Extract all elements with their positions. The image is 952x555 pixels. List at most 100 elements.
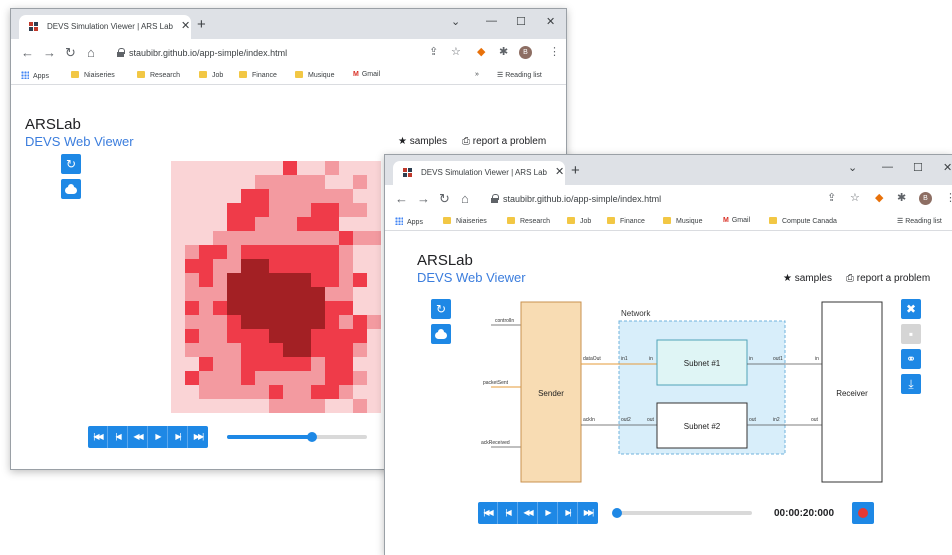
minimize-icon[interactable]: —	[486, 15, 497, 27]
bookmark-niaiseries[interactable]: Niaiseries	[443, 217, 487, 225]
bookmark-gmail[interactable]: M Gmail	[353, 71, 380, 78]
browser-tab[interactable]: DEVS Simulation Viewer | ARS Lab ✕	[19, 15, 191, 39]
address-bar[interactable]: staubibr.github.io/app-simple/index.html	[483, 189, 813, 209]
maximize-icon[interactable]: ☐	[913, 161, 923, 174]
extensions-puzzle-icon[interactable]: ✱	[897, 191, 906, 204]
chevron-down-icon[interactable]: ⌄	[848, 161, 857, 174]
download-button[interactable]: ⤓	[901, 374, 921, 394]
first-frame-button[interactable]: |◀◀	[478, 502, 498, 524]
more-bookmarks-icon[interactable]: »	[475, 71, 479, 78]
grid-cell	[283, 301, 297, 315]
rewind-button[interactable]: ◀◀	[128, 426, 148, 448]
step-forward-button[interactable]: ▶|	[558, 502, 578, 524]
grid-cell	[297, 245, 311, 259]
samples-link[interactable]: ★ samples	[783, 273, 832, 284]
back-arrow-icon[interactable]: ←	[395, 191, 408, 206]
bookmark-apps[interactable]: Apps	[21, 71, 49, 80]
samples-link[interactable]: ★ samples	[398, 136, 447, 147]
grid-cell	[255, 273, 269, 287]
upload-button[interactable]	[61, 179, 81, 199]
step-forward-button[interactable]: ▶|	[168, 426, 188, 448]
bookmark-musique[interactable]: Musique	[295, 71, 334, 79]
bookmark-finance[interactable]: Finance	[239, 71, 277, 79]
settings-tools-button[interactable]: ✖	[901, 299, 921, 319]
avatar[interactable]: B	[519, 46, 532, 59]
timeline-slider[interactable]	[227, 432, 367, 442]
report-problem-link[interactable]: ⎙ report a problem	[846, 273, 930, 284]
maximize-icon[interactable]: ☐	[516, 15, 526, 28]
record-button[interactable]	[852, 502, 874, 524]
menu-dots-icon[interactable]: ⋮	[945, 191, 952, 204]
bookmark-job[interactable]: Job	[567, 217, 591, 225]
timeline-slider[interactable]	[612, 508, 752, 518]
bookmark-job[interactable]: Job	[199, 71, 223, 79]
play-button[interactable]: ▶	[148, 426, 168, 448]
extensions-puzzle-icon[interactable]: ✱	[499, 45, 508, 58]
step-back-button[interactable]: |◀	[498, 502, 518, 524]
report-problem-link[interactable]: ⎙ report a problem	[462, 136, 546, 147]
forward-arrow-icon[interactable]: →	[417, 191, 430, 206]
bookmark-niaiseries[interactable]: Niaiseries	[71, 71, 115, 79]
bookmark-gmail[interactable]: M Gmail	[723, 217, 750, 224]
link-button[interactable]: ⚭	[901, 349, 921, 369]
reload-button[interactable]: ↻	[431, 299, 451, 319]
last-frame-button[interactable]: ▶▶|	[188, 426, 208, 448]
grid-cell	[311, 203, 325, 217]
window-close-icon[interactable]: ✕	[546, 15, 555, 28]
play-button[interactable]: ▶	[538, 502, 558, 524]
menu-dots-icon[interactable]: ⋮	[549, 45, 560, 58]
first-frame-button[interactable]: |◀◀	[88, 426, 108, 448]
upload-button[interactable]	[431, 324, 451, 344]
address-bar[interactable]: staubibr.github.io/app-simple/index.html	[109, 43, 429, 63]
bookmark-apps[interactable]: Apps	[395, 217, 423, 226]
home-icon[interactable]: ⌂	[461, 191, 469, 206]
reading-list[interactable]: ☰ Reading list	[897, 217, 942, 225]
bookmark-finance[interactable]: Finance	[607, 217, 645, 225]
avatar[interactable]: B	[919, 192, 932, 205]
browser-tab[interactable]: DEVS Simulation Viewer | ARS Lab ✕	[393, 161, 565, 185]
brand-title: ARSLab	[25, 116, 81, 133]
extension-fox-icon[interactable]: ◆	[477, 45, 485, 58]
window-close-icon[interactable]: ✕	[943, 161, 952, 174]
home-icon[interactable]: ⌂	[87, 45, 95, 60]
minimize-icon[interactable]: —	[882, 161, 893, 173]
grid-cell	[241, 189, 255, 203]
share-icon[interactable]: ⇪	[429, 45, 438, 58]
disabled-button[interactable]: ▪	[901, 324, 921, 344]
slider-thumb[interactable]	[612, 508, 622, 518]
grid-cell	[325, 231, 339, 245]
new-tab-icon[interactable]: +	[197, 16, 206, 33]
back-arrow-icon[interactable]: ←	[21, 45, 34, 60]
reload-icon[interactable]: ↻	[65, 45, 76, 61]
reading-list[interactable]: ☰ Reading list	[497, 71, 542, 79]
grid-cell	[199, 357, 213, 371]
slider-thumb[interactable]	[307, 432, 318, 442]
close-icon[interactable]: ✕	[181, 19, 190, 32]
bookmark-star-icon[interactable]: ☆	[850, 191, 860, 204]
grid-cell	[213, 371, 227, 385]
bookmark-star-icon[interactable]: ☆	[451, 45, 461, 58]
step-back-button[interactable]: |◀	[108, 426, 128, 448]
bookmark-research[interactable]: Research	[507, 217, 550, 225]
bookmark-musique[interactable]: Musique	[663, 217, 702, 225]
share-icon[interactable]: ⇪	[827, 191, 836, 204]
last-frame-button[interactable]: ▶▶|	[578, 502, 598, 524]
folder-icon	[137, 71, 145, 78]
grid-cell	[213, 217, 227, 231]
chevron-down-icon[interactable]: ⌄	[451, 15, 460, 28]
forward-arrow-icon[interactable]: →	[43, 45, 56, 60]
bookmark-compute-canada[interactable]: Compute Canada	[769, 217, 837, 225]
close-icon[interactable]: ✕	[555, 165, 564, 178]
grid-cell	[297, 175, 311, 189]
grid-cell	[241, 329, 255, 343]
reload-button[interactable]: ↻	[61, 154, 81, 174]
extension-fox-icon[interactable]: ◆	[875, 191, 883, 204]
grid-cell	[311, 399, 325, 413]
grid-cell	[297, 259, 311, 273]
rewind-button[interactable]: ◀◀	[518, 502, 538, 524]
grid-cell	[199, 189, 213, 203]
reload-icon[interactable]: ↻	[439, 191, 450, 207]
gmail-icon: M	[353, 71, 359, 78]
bookmark-research[interactable]: Research	[137, 71, 180, 79]
new-tab-icon[interactable]: +	[571, 162, 580, 179]
